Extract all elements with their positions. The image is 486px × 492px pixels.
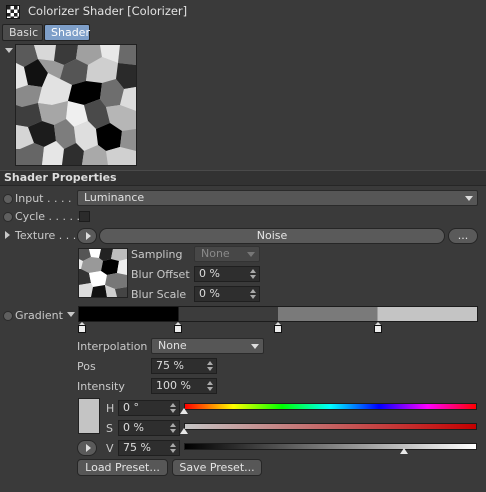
input-dropdown[interactable]: Luminance — [77, 190, 478, 206]
texture-thumbnail — [78, 248, 128, 298]
texture-label: Texture . . . — [15, 229, 77, 242]
load-preset-button[interactable]: Load Preset... — [77, 459, 168, 476]
play-triangle-icon — [86, 232, 91, 240]
v-value: 75 % — [123, 441, 151, 454]
interpolation-dropdown[interactable]: None — [151, 338, 264, 354]
tab-shader[interactable]: Shader — [44, 24, 90, 41]
sampling-value: None — [201, 247, 230, 260]
collapse-preview-icon[interactable] — [5, 48, 13, 53]
pos-value: 75 % — [156, 359, 184, 372]
saturation-slider-marker[interactable] — [180, 428, 188, 434]
section-title: Shader Properties — [4, 171, 117, 184]
play-triangle-icon — [86, 444, 91, 452]
chevron-down-icon — [251, 344, 259, 349]
input-keyframe-radio[interactable] — [3, 194, 13, 204]
value-slider-marker[interactable] — [399, 448, 408, 454]
pos-field[interactable]: 75 % — [151, 358, 217, 374]
value-slider[interactable] — [184, 443, 477, 450]
gradient-knot[interactable] — [374, 322, 382, 334]
stepper-arrows-icon[interactable] — [170, 403, 176, 413]
hue-slider-marker[interactable] — [180, 408, 188, 414]
gradient-bar[interactable] — [78, 306, 478, 322]
blur-offset-value: 0 % — [199, 267, 220, 280]
saturation-slider[interactable] — [184, 423, 477, 430]
h-value: 0 ° — [123, 401, 139, 414]
input-dropdown-value: Luminance — [84, 191, 145, 204]
texture-more-button[interactable]: ... — [448, 228, 478, 244]
s-value: 0 % — [123, 421, 144, 434]
s-label: S — [106, 422, 113, 435]
expand-texture-icon[interactable] — [5, 231, 10, 239]
blur-scale-label: Blur Scale — [131, 288, 187, 301]
sampling-label: Sampling — [131, 248, 183, 261]
gradient-knot[interactable] — [174, 322, 182, 334]
hue-slider[interactable] — [184, 403, 477, 410]
gradient-label: Gradient — [15, 309, 63, 322]
stepper-arrows-icon[interactable] — [250, 289, 256, 299]
texture-menu-button[interactable] — [77, 228, 97, 244]
blur-offset-label: Blur Offset — [131, 268, 190, 281]
chevron-down-icon — [247, 252, 255, 257]
chevron-down-icon — [465, 196, 473, 201]
h-label: H — [106, 402, 115, 415]
input-label: Input . . . . — [15, 192, 72, 205]
stepper-arrows-icon[interactable] — [170, 423, 176, 433]
interpolation-value: None — [158, 339, 187, 352]
blur-offset-field[interactable]: 0 % — [194, 266, 260, 282]
gradient-knots — [78, 322, 478, 334]
texture-shader-button[interactable]: Noise — [99, 228, 445, 244]
pos-label: Pos — [77, 360, 96, 373]
stepper-arrows-icon[interactable] — [207, 361, 213, 371]
window-title: Colorizer Shader [Colorizer] — [28, 4, 188, 18]
blur-scale-value: 0 % — [199, 287, 220, 300]
sampling-dropdown: None — [194, 246, 260, 262]
blur-scale-field[interactable]: 0 % — [194, 286, 260, 302]
gradient-knot[interactable] — [78, 322, 86, 334]
intensity-value: 100 % — [156, 379, 191, 392]
shader-preview — [15, 44, 137, 166]
gradient-options-icon[interactable] — [67, 312, 75, 317]
save-preset-button[interactable]: Save Preset... — [172, 459, 262, 476]
color-mode-button[interactable] — [77, 440, 97, 456]
color-swatch[interactable] — [78, 398, 100, 434]
cycle-keyframe-radio[interactable] — [3, 212, 13, 222]
stepper-arrows-icon[interactable] — [170, 443, 176, 453]
tab-basic[interactable]: Basic — [2, 24, 43, 41]
intensity-field[interactable]: 100 % — [151, 378, 217, 394]
v-field[interactable]: 75 % — [118, 440, 180, 456]
stepper-arrows-icon[interactable] — [207, 381, 213, 391]
shader-icon — [6, 5, 20, 19]
stepper-arrows-icon[interactable] — [250, 269, 256, 279]
cycle-label: Cycle . . . . . — [15, 210, 81, 223]
gradient-knot[interactable] — [274, 322, 282, 334]
interpolation-label: Interpolation — [77, 340, 148, 353]
s-field[interactable]: 0 % — [118, 420, 180, 436]
intensity-label: Intensity — [77, 380, 125, 393]
cycle-checkbox[interactable] — [79, 211, 90, 222]
h-field[interactable]: 0 ° — [118, 400, 180, 416]
v-label: V — [106, 442, 114, 455]
gradient-keyframe-radio[interactable] — [3, 311, 13, 321]
